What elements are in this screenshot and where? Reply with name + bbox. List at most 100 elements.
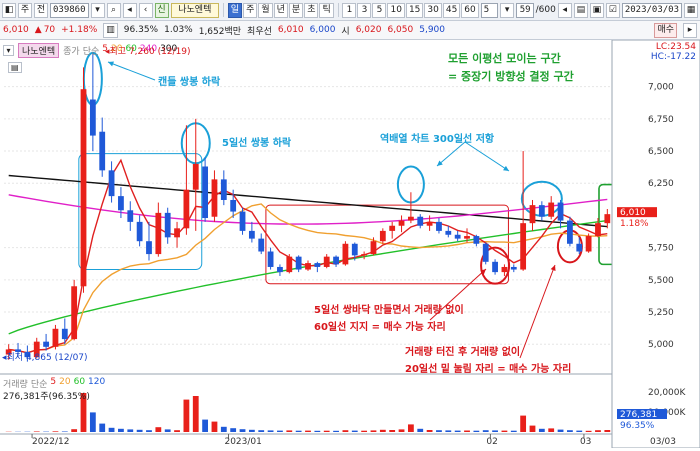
interval-button-15[interactable]: 15 [406, 3, 423, 18]
annotation-ma-convergence: 모든 이평선 모이는 구간 = 중장기 방향성 결정 구간 [448, 50, 574, 86]
volume-bar [586, 431, 592, 432]
period-tab-0[interactable]: 일 [228, 3, 242, 18]
interval-button-5[interactable]: 5 [372, 3, 386, 18]
candle-body [53, 329, 59, 347]
volume-bar [520, 416, 526, 432]
candle-body [296, 257, 302, 270]
low-price: 5,900 [419, 25, 445, 35]
change-amount: ▲70 [35, 25, 55, 35]
candle-body [371, 241, 377, 254]
hc-value: HC:-17.22 [651, 52, 696, 62]
save-icon[interactable]: ▤ [574, 3, 588, 18]
volume-bar [436, 430, 442, 432]
candle-body [343, 244, 349, 265]
price-tick-label: 6,500 [648, 147, 674, 157]
period-tab-6[interactable]: 틱 [319, 3, 333, 18]
period-tab-4[interactable]: 분 [289, 3, 303, 18]
volume-bar [445, 430, 451, 432]
interval-button-3[interactable]: 3 [357, 3, 371, 18]
annotation-ma60-support-line2: 60일선 지지 = 매수 가능 자리 [314, 319, 464, 336]
change-rate: +1.18% [61, 25, 97, 35]
page-input[interactable]: 59 [516, 3, 533, 18]
tab-period[interactable]: 전 [34, 3, 48, 18]
candle-body [502, 267, 508, 272]
open-price: 6,020 [356, 25, 382, 35]
candle-body [268, 252, 274, 267]
period-tab-3[interactable]: 년 [274, 3, 288, 18]
candle-body [408, 217, 414, 221]
count-dropdown-icon[interactable]: ▾ [500, 3, 514, 18]
settings-icon[interactable]: ▣ [590, 3, 604, 18]
count-input[interactable]: 5 [481, 3, 498, 18]
volume-bar [380, 430, 386, 432]
volume-bar [146, 430, 152, 432]
period-tab-1[interactable]: 주 [243, 3, 257, 18]
legend-ma-type: 단순 [83, 44, 100, 57]
code-dropdown-icon[interactable]: ▾ [91, 3, 105, 18]
ask-price: 6,000 [310, 25, 336, 35]
interval-button-45[interactable]: 45 [443, 3, 460, 18]
interval-buttons: 1351015304560 [342, 3, 478, 18]
candle-body [165, 213, 171, 237]
volume-bar [296, 431, 302, 432]
candle-body [511, 267, 517, 270]
speaker-icon[interactable]: ◂ [123, 3, 137, 18]
candle-body [445, 231, 451, 235]
volume-bar [202, 420, 208, 432]
price-chart[interactable]: 7,0006,7506,5006,2505,7505,5005,2505,000… [0, 40, 700, 448]
legend-toggle-icon[interactable]: ▤ [8, 62, 22, 73]
change-value: 70 [44, 25, 55, 35]
period-tab-2[interactable]: 월 [258, 3, 272, 18]
candle-body [109, 170, 115, 196]
volume-bar [212, 422, 218, 432]
volume-bar [249, 430, 255, 432]
prev-page-icon[interactable]: ◂ [558, 3, 572, 18]
candle-body [118, 196, 124, 210]
buy-button[interactable]: 매수 [654, 23, 677, 38]
volume-bar [483, 430, 489, 432]
volume-bar [314, 431, 320, 432]
current-rate-text: 1.18% [620, 219, 649, 229]
volume-bar [417, 429, 423, 432]
date-input[interactable]: 2023/03/03 [622, 3, 682, 18]
check-icon[interactable]: ☑ [606, 3, 620, 18]
volume-legend-ma-120: 120 [88, 377, 105, 390]
volume-bar [71, 429, 77, 432]
volume-bar [408, 424, 414, 432]
search-icon[interactable]: ⌕ [107, 3, 121, 18]
calendar-icon[interactable]: ▦ [684, 3, 698, 18]
price-tick-label: 5,750 [648, 244, 674, 254]
interval-button-30[interactable]: 30 [424, 3, 441, 18]
candle-body [427, 222, 433, 226]
quote-bar: 6,010 ▲70 +1.18% ▥ 96.35% 1.03% 1,652백만 … [0, 21, 700, 40]
volume-bar [127, 429, 133, 432]
volume-bar [567, 430, 573, 432]
period-tab-5[interactable]: 초 [304, 3, 318, 18]
volume-bar [109, 428, 115, 432]
interval-button-10[interactable]: 10 [387, 3, 404, 18]
credit-badge: 신 [155, 3, 169, 18]
side-panel-icon[interactable]: ▸ [683, 23, 697, 38]
candle-body [399, 221, 405, 226]
date-tick-label: 03 [580, 437, 591, 447]
divider [223, 3, 224, 17]
price-tick-label: 7,000 [648, 83, 674, 93]
trade-amount: 1,652백만 [199, 24, 241, 37]
legend-price-title: 종가 [63, 44, 80, 57]
legend-stock-name: 나노엔텍 [18, 43, 59, 58]
legend-menu-icon[interactable]: ▾ [3, 45, 14, 56]
volume-bar [137, 430, 143, 432]
annotation-ma300-resistance: 역배열 차트 300일선 저항 [380, 130, 494, 145]
volume-bar [155, 427, 161, 432]
tab-main[interactable]: 주 [18, 3, 32, 18]
volume-bar [53, 431, 59, 432]
interval-button-1[interactable]: 1 [342, 3, 356, 18]
interval-button-60[interactable]: 60 [461, 3, 478, 18]
candle-body [548, 203, 554, 217]
chart-type-icon[interactable]: ▥ [103, 23, 118, 38]
toolbar: ◧ 주 전 039860 ▾ ⌕ ◂ ‹ 신 나노엔텍 일주월년분초틱 1351… [0, 0, 700, 21]
stock-code-input[interactable]: 039860 [50, 3, 89, 18]
window-menu-icon[interactable]: ◧ [2, 3, 16, 18]
volume-rate-text: 96.35% [620, 421, 655, 431]
prev-arrow-icon[interactable]: ‹ [139, 3, 153, 18]
